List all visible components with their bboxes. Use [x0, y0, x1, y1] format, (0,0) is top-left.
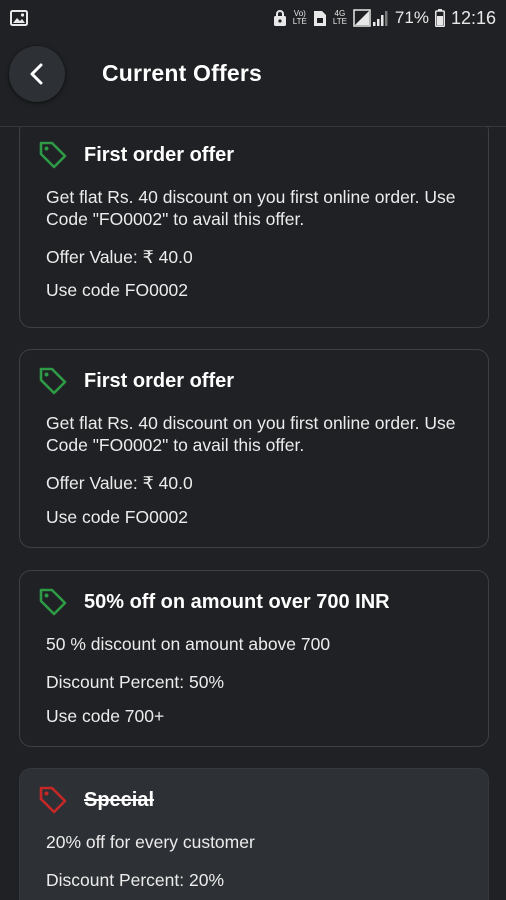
back-button[interactable] [9, 46, 65, 102]
offer-card-inactive[interactable]: Special 20% off for every customer Disco… [19, 768, 489, 900]
offer-description: Get flat Rs. 40 discount on you first on… [46, 187, 456, 229]
offer-header: First order offer [38, 366, 234, 396]
offer-description: Get flat Rs. 40 discount on you first on… [46, 413, 456, 455]
battery-icon [434, 9, 445, 27]
volte-bottom-label: LTE [292, 17, 307, 26]
offer-description: 20% off for every customer [46, 832, 255, 852]
offer-code: Use code FO0002 [46, 507, 189, 527]
back-arrow-icon [30, 63, 43, 85]
tag-icon [38, 140, 68, 170]
offer-title: Special [84, 788, 155, 811]
offer-value: Discount Percent: 50% [46, 672, 225, 692]
offer-code: Use code 700+ [46, 706, 165, 726]
offer-value: Discount Percent: 20% [46, 870, 225, 890]
offer-card[interactable]: 50% off on amount over 700 INR 50 % disc… [19, 570, 489, 747]
page-title: Current Offers [102, 60, 262, 86]
offer-value: Offer Value: ₹ 40.0 [46, 247, 193, 267]
tag-icon [38, 785, 68, 815]
gallery-notification-icon [10, 10, 28, 26]
offer-title: First order offer [84, 143, 235, 166]
sim-icon [313, 10, 327, 27]
battery-percent: 71% [394, 8, 429, 27]
app-header: Current Offers [0, 36, 506, 118]
network-type-icon: 4G LTE [333, 10, 347, 26]
offer-header: First order offer [38, 140, 234, 170]
signal-icon [353, 9, 389, 27]
lock-alarm-icon [273, 9, 287, 27]
network-type-bottom-label: LTE [332, 17, 347, 26]
offer-list[interactable]: First order offer Get flat Rs. 40 discou… [0, 127, 506, 900]
offer-header: 50% off on amount over 700 INR [38, 587, 390, 617]
clock: 12:16 [450, 7, 496, 28]
offer-card[interactable]: First order offer Get flat Rs. 40 discou… [19, 127, 489, 328]
status-bar: Vo) LTE 4G LTE 71% 12:16 [0, 0, 506, 36]
offer-header: Special [38, 785, 154, 815]
offer-title: First order offer [84, 369, 235, 392]
offer-title: 50% off on amount over 700 INR [84, 590, 390, 613]
offer-value: Offer Value: ₹ 40.0 [46, 473, 193, 493]
offer-code: Use code FO0002 [46, 280, 189, 300]
offer-card[interactable]: First order offer Get flat Rs. 40 discou… [19, 349, 489, 548]
volte-icon: Vo) LTE [293, 10, 307, 26]
offer-description: 50 % discount on amount above 700 [46, 634, 331, 654]
tag-icon [38, 366, 68, 396]
tag-icon [38, 587, 68, 617]
